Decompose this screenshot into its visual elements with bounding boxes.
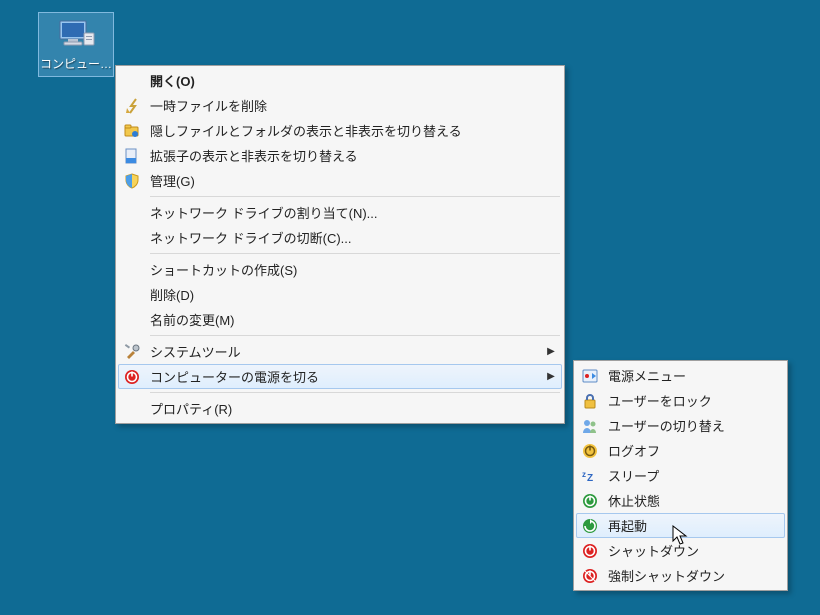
submenu-item-hibernate[interactable]: 休止状態 bbox=[576, 488, 785, 513]
menu-separator bbox=[150, 253, 560, 254]
blank-icon bbox=[122, 260, 142, 280]
blank-icon bbox=[122, 285, 142, 305]
restart-icon bbox=[580, 516, 600, 536]
menu-separator bbox=[150, 196, 560, 197]
submenu-item-switch-user[interactable]: ユーザーの切り替え bbox=[576, 413, 785, 438]
computer-desktop-icon[interactable]: コンピュー… bbox=[38, 12, 114, 77]
submenu-item-power-menu[interactable]: 電源メニュー bbox=[576, 363, 785, 388]
computer-icon-label: コンピュー… bbox=[40, 55, 112, 72]
menu-item-label: ネットワーク ドライブの割り当て(N)... bbox=[150, 203, 556, 222]
menu-item-label: 強制シャットダウン bbox=[608, 566, 779, 585]
svg-text:z: z bbox=[582, 470, 586, 479]
menu-item-toggle-ext[interactable]: 拡張子の表示と非表示を切り替える bbox=[118, 143, 562, 168]
submenu-item-shutdown[interactable]: シャットダウン bbox=[576, 538, 785, 563]
folder-toggle-icon bbox=[122, 121, 142, 141]
shutdown-icon bbox=[580, 541, 600, 561]
submenu-item-sleep[interactable]: zZ スリープ bbox=[576, 463, 785, 488]
menu-item-label: システムツール bbox=[150, 342, 546, 361]
menu-item-create-shortcut[interactable]: ショートカットの作成(S) bbox=[118, 257, 562, 282]
context-menu-main: 開く(O) 一時ファイルを削除 隠しファイルとフォルダの表示と非表示を切り替える… bbox=[115, 65, 565, 424]
menu-item-label: ログオフ bbox=[608, 441, 779, 460]
computer-icon bbox=[54, 19, 98, 53]
menu-item-label: ネットワーク ドライブの切断(C)... bbox=[150, 228, 556, 247]
menu-item-label: 削除(D) bbox=[150, 285, 556, 304]
power-menu-icon bbox=[580, 366, 600, 386]
menu-item-rename[interactable]: 名前の変更(M) bbox=[118, 307, 562, 332]
menu-item-delete[interactable]: 削除(D) bbox=[118, 282, 562, 307]
blank-icon bbox=[122, 310, 142, 330]
blank-icon bbox=[122, 399, 142, 419]
shield-icon bbox=[122, 171, 142, 191]
menu-item-manage[interactable]: 管理(G) bbox=[118, 168, 562, 193]
menu-item-label: 電源メニュー bbox=[608, 366, 779, 385]
menu-item-label: 一時ファイルを削除 bbox=[150, 96, 556, 115]
menu-item-label: 名前の変更(M) bbox=[150, 310, 556, 329]
power-icon bbox=[122, 367, 142, 387]
menu-item-system-tools[interactable]: システムツール ▶ bbox=[118, 339, 562, 364]
menu-item-label: 拡張子の表示と非表示を切り替える bbox=[150, 146, 556, 165]
file-ext-icon bbox=[122, 146, 142, 166]
tools-icon bbox=[122, 342, 142, 362]
submenu-item-restart[interactable]: 再起動 bbox=[576, 513, 785, 538]
menu-item-label: スリープ bbox=[608, 466, 779, 485]
menu-item-power-off[interactable]: コンピューターの電源を切る ▶ bbox=[118, 364, 562, 389]
menu-item-label: プロパティ(R) bbox=[150, 399, 556, 418]
logoff-icon bbox=[580, 441, 600, 461]
menu-item-label: ユーザーの切り替え bbox=[608, 416, 779, 435]
menu-item-toggle-hidden[interactable]: 隠しファイルとフォルダの表示と非表示を切り替える bbox=[118, 118, 562, 143]
blank-icon bbox=[122, 228, 142, 248]
menu-item-label: 隠しファイルとフォルダの表示と非表示を切り替える bbox=[150, 121, 556, 140]
menu-item-label: ショートカットの作成(S) bbox=[150, 260, 556, 279]
context-menu-power: 電源メニュー ユーザーをロック ユーザーの切り替え ログオフ zZ スリープ 休… bbox=[573, 360, 788, 591]
menu-item-label: ユーザーをロック bbox=[608, 391, 779, 410]
submenu-item-logoff[interactable]: ログオフ bbox=[576, 438, 785, 463]
menu-separator bbox=[150, 335, 560, 336]
hibernate-icon bbox=[580, 491, 600, 511]
submenu-arrow-icon: ▶ bbox=[546, 371, 556, 382]
menu-item-map-drive[interactable]: ネットワーク ドライブの割り当て(N)... bbox=[118, 200, 562, 225]
menu-item-label: 管理(G) bbox=[150, 171, 556, 190]
broom-icon bbox=[122, 96, 142, 116]
menu-item-label: 開く(O) bbox=[150, 71, 556, 90]
menu-item-properties[interactable]: プロパティ(R) bbox=[118, 396, 562, 421]
menu-item-label: 再起動 bbox=[608, 516, 779, 535]
submenu-item-lock-user[interactable]: ユーザーをロック bbox=[576, 388, 785, 413]
force-shutdown-icon bbox=[580, 566, 600, 586]
menu-item-label: コンピューターの電源を切る bbox=[150, 367, 546, 386]
users-icon bbox=[580, 416, 600, 436]
blank-icon bbox=[122, 203, 142, 223]
submenu-arrow-icon: ▶ bbox=[546, 346, 556, 357]
menu-item-label: シャットダウン bbox=[608, 541, 779, 560]
sleep-icon: zZ bbox=[580, 466, 600, 486]
lock-icon bbox=[580, 391, 600, 411]
menu-item-open[interactable]: 開く(O) bbox=[118, 68, 562, 93]
submenu-item-force-shutdown[interactable]: 強制シャットダウン bbox=[576, 563, 785, 588]
blank-icon bbox=[122, 71, 142, 91]
menu-item-delete-temp[interactable]: 一時ファイルを削除 bbox=[118, 93, 562, 118]
menu-item-disconnect-drive[interactable]: ネットワーク ドライブの切断(C)... bbox=[118, 225, 562, 250]
menu-separator bbox=[150, 392, 560, 393]
menu-item-label: 休止状態 bbox=[608, 491, 779, 510]
svg-text:Z: Z bbox=[587, 473, 593, 484]
